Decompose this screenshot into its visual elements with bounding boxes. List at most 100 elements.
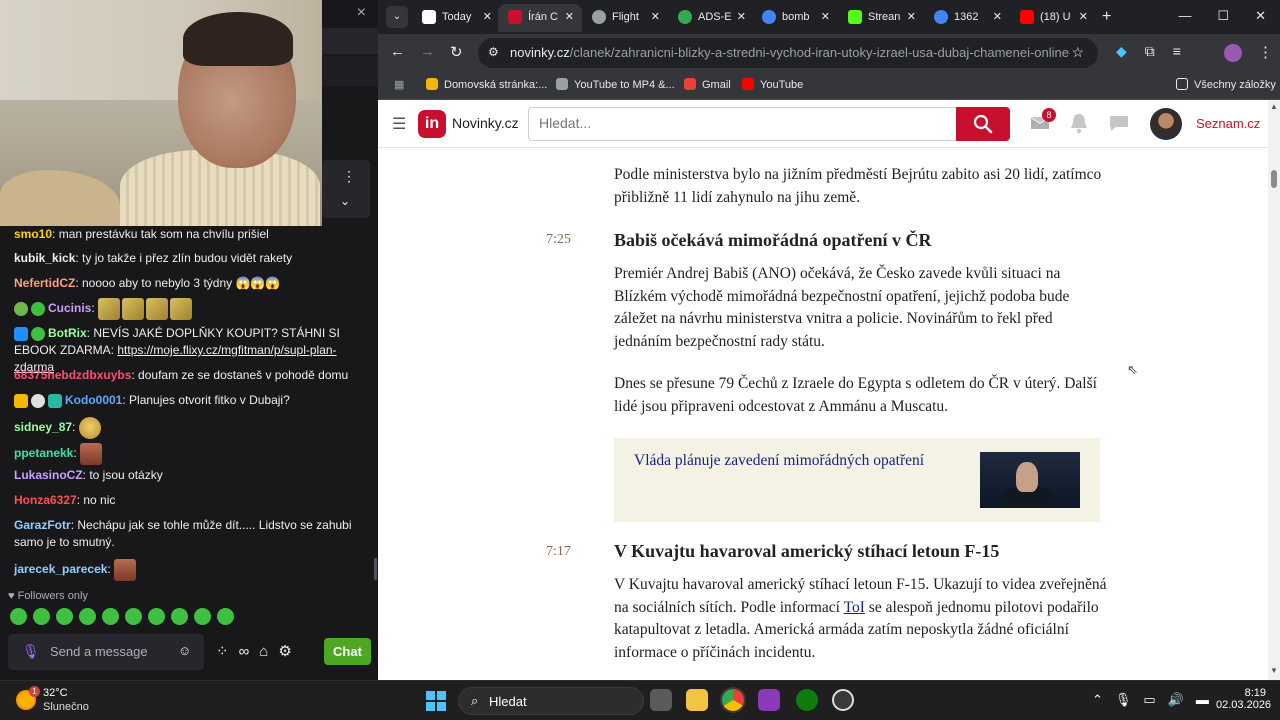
tab[interactable]: 1362 ✕ [924,4,1010,32]
all-bookmarks[interactable]: Všechny záložky [1176,78,1276,91]
media-icon[interactable]: ≡ [1173,43,1181,59]
tab[interactable]: bomb ✕ [752,4,838,32]
tab[interactable]: Strean ✕ [838,4,924,32]
battery-icon[interactable]: ▬ [1196,692,1209,707]
chat-username[interactable]: 68375hebdzdbxuybs [14,368,131,382]
bell-icon[interactable] [1070,112,1088,134]
tab-search-button[interactable]: ⌄ [386,6,408,28]
chat-username[interactable]: jarecek_parecek [14,562,107,576]
address-bar[interactable]: ⚙ novinky.cz/clanek/zahranicni-blizky-a-… [478,38,1098,68]
chat-username[interactable]: Honza6327 [14,493,77,507]
apps-icon[interactable]: ▦ [394,78,404,91]
scrollbar-thumb[interactable] [1271,170,1277,188]
steam-icon[interactable] [832,689,854,711]
bookmark-item[interactable]: YouTube to MP4 &... [556,78,675,91]
page-scrollbar[interactable]: ▲ ▼ [1268,100,1280,680]
infinity-icon[interactable]: ∞ [239,643,250,660]
tab[interactable]: Today ✕ [412,4,498,32]
maximize-icon[interactable]: ☐ [1217,8,1229,23]
related-article-thumbnail[interactable] [980,452,1080,508]
site-logo-text[interactable]: Novinky.cz [452,115,519,131]
emote-icon[interactable] [217,608,234,625]
taskbar-search[interactable]: ⌕ Hledat [458,687,644,715]
emote-icon[interactable] [148,608,165,625]
close-tab-icon[interactable]: ✕ [1079,4,1088,30]
close-tab-icon[interactable]: ✕ [565,4,574,30]
xbox-icon[interactable] [796,689,818,711]
site-logo[interactable]: in [418,110,446,138]
chat-username[interactable]: kubik_kick [14,251,75,265]
chat-username[interactable]: GarazFotr [14,518,71,532]
volume-icon[interactable]: 🔊 [1168,692,1184,707]
chrome-icon[interactable] [722,689,744,711]
chat-username[interactable]: LukasinoCZ [14,468,83,482]
bookmark-item[interactable]: Domovská stránka:... [426,78,547,91]
hamburger-menu-icon[interactable]: ☰ [392,114,406,134]
close-tab-icon[interactable]: ✕ [737,4,746,30]
settings-icon[interactable]: ⚙ [278,643,291,660]
forward-icon[interactable]: → [420,43,435,60]
clock[interactable]: 8:19 02.03.2026 [1216,687,1271,711]
tab[interactable]: (18) U ✕ [1010,4,1096,32]
chat-username[interactable]: NefertidCZ [14,276,75,290]
scroll-up-icon[interactable]: ▲ [1270,102,1278,111]
chevron-down-icon[interactable]: ⌄ [340,194,350,208]
chat-username[interactable]: BotRix [48,326,87,340]
reload-icon[interactable]: ↻ [450,43,463,61]
window-close-icon[interactable]: ✕ [1255,8,1266,23]
bookmark-item[interactable]: YouTube [742,78,803,91]
bookmark-item[interactable]: Gmail [684,78,731,91]
close-tab-icon[interactable]: ✕ [821,4,830,30]
chat-username[interactable]: Kodo0001 [65,393,122,407]
extension-icon[interactable]: ◆ [1116,43,1127,59]
emote-icon[interactable] [79,608,96,625]
tab[interactable]: Flight ✕ [582,4,668,32]
close-icon[interactable]: × [357,4,366,22]
minimize-icon[interactable]: — [1178,8,1191,23]
site-info-icon[interactable]: ⚙ [488,45,499,59]
bookmark-star-icon[interactable]: ☆ [1071,44,1084,61]
close-tab-icon[interactable]: ✕ [907,4,916,30]
task-view-icon[interactable] [650,689,672,711]
emote-icon[interactable] [10,608,27,625]
chevron-up-icon[interactable]: ⌃ [1092,692,1103,707]
site-search-input[interactable] [539,115,939,131]
chat-input[interactable]: 🎙 Send a message ☺ [8,634,204,670]
emote-icon[interactable] [56,608,73,625]
url-text[interactable]: novinky.cz/clanek/zahranicni-blizky-a-st… [510,45,1070,60]
app-icon[interactable] [758,689,780,711]
back-icon[interactable]: ← [390,43,405,60]
site-search[interactable] [528,107,958,141]
microphone-icon[interactable]: 🎙 [1115,692,1132,707]
chat-options-menu[interactable]: ⋮ ⌄ [322,160,370,218]
related-article-card[interactable]: Vláda plánuje zavedení mimořádných opatř… [614,438,1100,522]
emote-icon[interactable] [102,608,119,625]
close-tab-icon[interactable]: ✕ [483,4,492,30]
profile-avatar[interactable] [1224,44,1242,62]
tab[interactable]: ADS-E ✕ [668,4,754,32]
user-avatar[interactable] [1150,108,1182,140]
search-button[interactable] [956,107,1010,141]
network-icon[interactable]: ▭ [1143,692,1155,707]
new-tab-icon[interactable]: + [1102,8,1111,26]
close-tab-icon[interactable]: ✕ [993,4,1002,30]
emote-picker-icon[interactable]: ☺ [178,643,191,658]
chat-username[interactable]: smo10 [14,227,52,241]
emote-icon[interactable] [33,608,50,625]
emote-icon[interactable] [194,608,211,625]
close-tab-icon[interactable]: ✕ [651,4,660,30]
chat-bubble-icon[interactable] [1108,113,1130,133]
emote-icon[interactable] [125,608,142,625]
emote-icon[interactable] [171,608,188,625]
puzzle-icon[interactable]: ⧉ [1145,43,1155,59]
file-explorer-icon[interactable] [686,689,708,711]
source-link[interactable]: ToI [844,599,865,616]
menu-icon[interactable]: ⋮ [1258,43,1273,61]
more-options-icon[interactable]: ⋮ [342,168,356,185]
chat-username[interactable]: sidney_87 [14,420,72,434]
related-article-title[interactable]: Vláda plánuje zavedení mimořádných opatř… [634,452,924,470]
scrollbar[interactable] [374,558,377,580]
chat-username[interactable]: ppetanekk [14,446,73,460]
chat-input-placeholder[interactable]: Send a message [50,644,148,659]
bits-icon[interactable]: ⁘ [216,643,229,660]
